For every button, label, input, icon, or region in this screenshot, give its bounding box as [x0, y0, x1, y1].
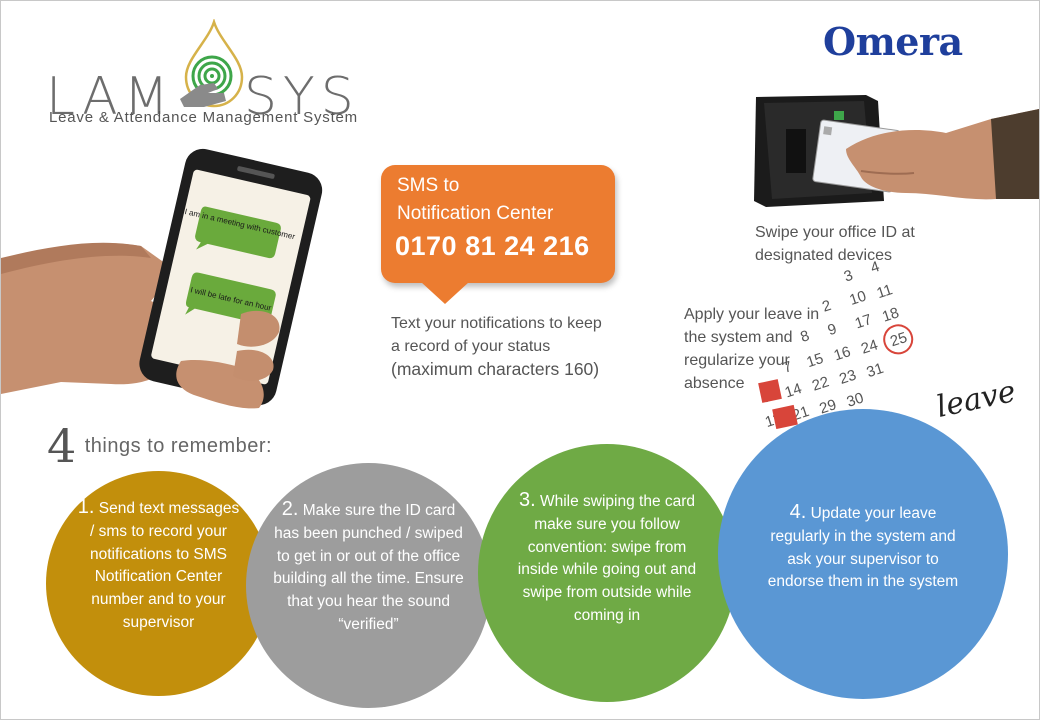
sms-title-line1: SMS to	[397, 175, 460, 196]
tip-number: 4.	[789, 501, 807, 523]
tip-number: 3.	[518, 489, 536, 511]
hand-phone-illustration: I am in a meeting with customer I will b…	[1, 148, 323, 409]
cal-day-24: 24	[859, 336, 880, 357]
swipe-line1: Swipe your office ID at	[755, 224, 915, 241]
cal-day-11: 11	[875, 281, 895, 302]
sms-number: 0170 81 24 216	[395, 231, 590, 261]
apply-leave-instruction: Apply your leave in the system and regul…	[684, 303, 844, 395]
callout-tail	[421, 282, 469, 304]
tip-circle-1: 1. Send text messages / sms to record yo…	[46, 471, 271, 696]
omera-logo: Omera	[823, 19, 963, 64]
tip-circle-2: 2. Make sure the ID card has been punche…	[246, 463, 491, 708]
apply-line3: regularize your	[684, 352, 790, 369]
sms-notification-callout: SMS to Notification Center 0170 81 24 21…	[381, 165, 615, 283]
tip-text: Send text messages / sms to record your …	[90, 500, 240, 631]
logo-tagline: Leave & Attendance Management System	[49, 109, 358, 126]
tip-circle-3: 3. While swiping the card make sure you …	[478, 444, 736, 702]
apply-line2: the system and	[684, 329, 793, 346]
calendar-leave-word: leave	[933, 374, 1018, 425]
cal-day-3: 3	[842, 267, 855, 286]
card-reader-illustration	[754, 95, 1039, 207]
cal-day-25: 25	[888, 329, 909, 350]
cal-day-31: 31	[864, 360, 885, 381]
lamsys-logo: LAM SYS Leave & Attendance Management Sy…	[46, 19, 366, 134]
apply-line1: Apply your leave in	[684, 306, 820, 323]
tip-number: 2.	[281, 498, 299, 520]
cal-day-30: 30	[845, 389, 866, 410]
tip-number: 1.	[77, 496, 95, 518]
sms-note-line3: (maximum characters 160)	[391, 359, 600, 379]
things-to-remember-heading: 4 things to remember:	[47, 419, 272, 473]
tip-circle-4: 4. Update your leave regularly in the sy…	[718, 409, 1008, 699]
sms-note-line2: a record of your status	[391, 338, 551, 355]
sms-note-line1: Text your notifications to keep	[391, 315, 602, 332]
tip-text: Make sure the ID card has been punched /…	[273, 502, 464, 633]
apply-line4: absence	[684, 375, 745, 392]
cal-day-10: 10	[847, 288, 868, 309]
heading-number: 4	[47, 419, 77, 473]
cal-day-4: 4	[868, 258, 881, 277]
cal-day-18: 18	[880, 304, 901, 325]
poster: LAM SYS Leave & Attendance Management Sy…	[0, 0, 1040, 720]
sms-note: Text your notifications to keep a record…	[391, 312, 641, 381]
sms-title-line2: Notification Center	[397, 203, 554, 224]
heading-text: things to remember:	[84, 434, 273, 457]
cal-day-17: 17	[853, 311, 874, 332]
droplet-fingerprint-icon	[180, 19, 244, 108]
tip-text: While swiping the card make sure you fol…	[517, 493, 697, 624]
